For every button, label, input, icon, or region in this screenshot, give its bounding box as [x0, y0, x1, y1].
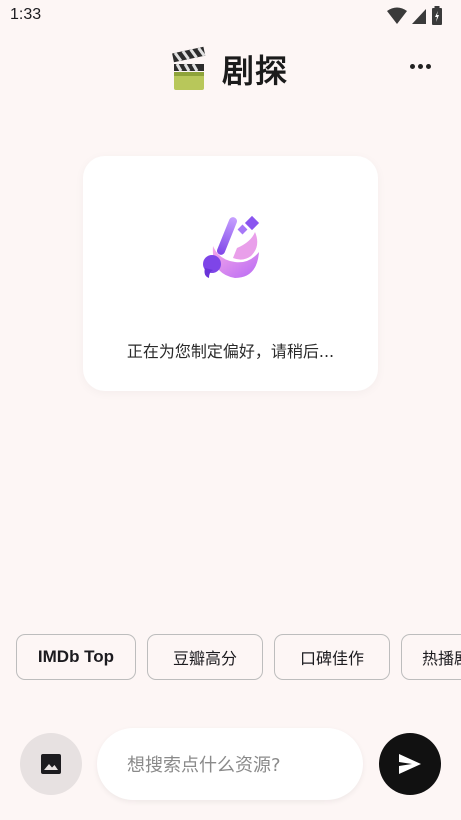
- loading-message: 正在为您制定偏好，请稍后...: [126, 342, 335, 361]
- send-icon: [399, 754, 421, 774]
- status-icons: [387, 6, 443, 26]
- more-dot: [425, 63, 431, 69]
- quick-category-chips: IMDb Top 豆瓣高分 口碑佳作 热播剧: [16, 634, 461, 684]
- more-options-button[interactable]: [407, 56, 433, 76]
- status-time: 1:33: [10, 6, 42, 23]
- magic-brush-icon: [203, 215, 260, 278]
- status-bar: 1:33: [0, 0, 461, 32]
- more-dot: [417, 63, 423, 69]
- wifi-icon: [387, 7, 407, 24]
- app-header: 剧探: [0, 40, 461, 96]
- image-upload-button[interactable]: [20, 733, 82, 795]
- clapperboard-icon: [172, 46, 206, 90]
- app-title: 剧探: [222, 52, 289, 90]
- chip-douban-high-score[interactable]: 豆瓣高分: [147, 634, 263, 680]
- search-input[interactable]: [125, 728, 349, 802]
- preference-loading-card: 正在为您制定偏好，请稍后...: [83, 156, 378, 391]
- image-icon: [41, 754, 61, 774]
- chip-word-of-mouth[interactable]: 口碑佳作: [274, 634, 390, 680]
- send-button[interactable]: [379, 733, 441, 795]
- search-box: [97, 728, 363, 802]
- chip-imdb-top[interactable]: IMDb Top: [16, 634, 136, 680]
- signal-icon: [412, 9, 426, 24]
- chip-trending-series[interactable]: 热播剧: [401, 634, 461, 680]
- battery-icon: [432, 6, 442, 25]
- more-horizontal-icon: [409, 63, 415, 69]
- brand: 剧探: [170, 46, 288, 92]
